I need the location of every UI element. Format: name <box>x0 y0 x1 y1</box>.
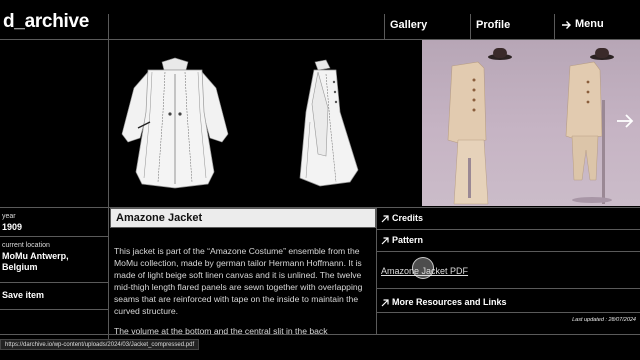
row-divider <box>377 312 640 313</box>
browser-status-url: https://darchive.io/wp-content/uploads/2… <box>0 339 200 350</box>
arrow-up-right-icon <box>381 236 389 244</box>
resources-link[interactable]: More Resources and Links <box>381 298 507 307</box>
item-description: This jacket is part of the “Amazone Cost… <box>114 246 363 316</box>
location-label: current location <box>2 242 50 249</box>
arrow-right-icon <box>562 20 571 29</box>
pattern-label: Pattern <box>392 235 424 245</box>
save-item-button[interactable]: Save item <box>2 290 44 300</box>
credits-link[interactable]: Credits <box>381 214 423 223</box>
gallery-photo[interactable] <box>422 40 640 206</box>
nav-menu-label: Menu <box>575 18 604 30</box>
year-value: 1909 <box>2 222 23 232</box>
nav-profile[interactable]: Profile <box>476 20 510 31</box>
header-divider <box>108 14 109 39</box>
row-divider <box>0 282 108 283</box>
jacket-render-side-image <box>299 59 359 187</box>
mouse-cursor-highlight <box>412 257 434 279</box>
year-label: year <box>2 213 16 220</box>
pattern-link[interactable]: Pattern <box>381 236 423 245</box>
nav-menu[interactable]: Menu <box>561 19 604 30</box>
chevron-right-icon[interactable] <box>616 112 634 130</box>
column-divider <box>108 40 109 340</box>
item-title-bar: Amazone Jacket <box>110 208 376 228</box>
row-divider <box>377 229 640 230</box>
location-value: MoMu Antwerp, Belgium <box>2 251 69 272</box>
gallery-render-side[interactable] <box>270 42 380 206</box>
jacket-render-back-image <box>121 57 229 189</box>
costume-photo-image <box>447 48 614 205</box>
gallery-render-back[interactable] <box>110 42 240 206</box>
site-header: d_archive Gallery Profile Menu <box>0 0 640 40</box>
column-divider <box>376 208 377 334</box>
header-divider <box>470 14 471 39</box>
last-updated-text: Last updated : 28/07/2024 <box>572 317 636 323</box>
credits-label: Credits <box>392 213 424 223</box>
row-divider <box>0 236 108 237</box>
row-divider <box>377 288 640 289</box>
header-divider <box>384 14 385 39</box>
item-title: Amazone Jacket <box>116 212 203 224</box>
row-divider <box>377 251 640 252</box>
nav-gallery[interactable]: Gallery <box>390 20 427 31</box>
arrow-up-right-icon <box>381 214 389 222</box>
row-divider <box>0 309 108 310</box>
arrow-up-right-icon <box>381 298 389 306</box>
resources-label: More Resources and Links <box>392 297 507 307</box>
header-divider <box>554 14 555 39</box>
item-description-more: The volume at the bottom and the central… <box>114 326 328 336</box>
site-logo[interactable]: d_archive <box>3 12 89 31</box>
